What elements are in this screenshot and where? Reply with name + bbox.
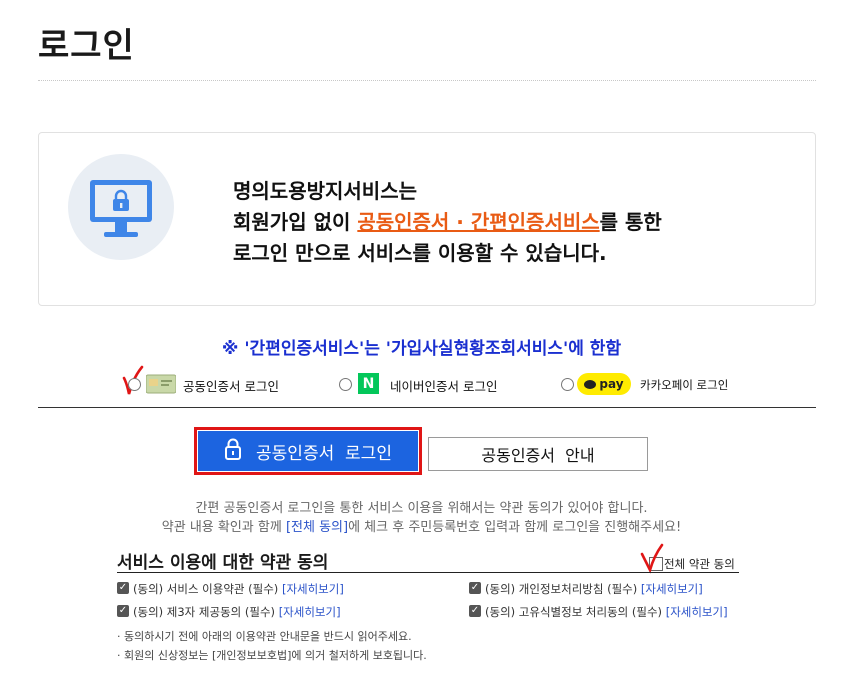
term-item-unique-id: (동의) 고유식별정보 처리동의 (필수) [자세히보기] — [485, 604, 728, 620]
term-checkbox-privacy[interactable]: ✓ — [469, 582, 481, 594]
title-divider — [38, 80, 816, 81]
term-label-privacy: (동의) 개인정보처리방침 (필수) — [485, 582, 638, 596]
terms-note-1: · 동의하시기 전에 아래의 이용약관 안내문을 반드시 읽어주세요. — [117, 630, 412, 643]
terms-description-suffix: 에 체크 후 주민등록번호 입력과 함께 로그인을 진행해주세요! — [348, 520, 682, 535]
term-label-third-party: (동의) 제3자 제공동의 (필수) — [133, 605, 276, 619]
red-check-annotation-2 — [638, 542, 666, 580]
term-label-service: (동의) 서비스 이용약관 (필수) — [133, 582, 279, 596]
certificate-login-label: 공동인증서 로그인 — [183, 379, 279, 394]
terms-title: 서비스 이용에 대한 약관 동의 — [117, 553, 329, 573]
naver-n-icon: N — [358, 373, 379, 394]
monitor-lock-icon — [68, 154, 174, 260]
agree-all-inline-link: [전체 동의] — [285, 520, 349, 535]
term-item-third-party: (동의) 제3자 제공동의 (필수) [자세히보기] — [133, 604, 341, 620]
lock-icon — [224, 438, 242, 465]
page-title: 로그인 — [38, 26, 135, 66]
term-detail-link-unique-id[interactable]: [자세히보기] — [666, 605, 728, 619]
term-detail-link-privacy[interactable]: [자세히보기] — [641, 582, 703, 596]
info-line-2-suffix: 를 통한 — [599, 210, 662, 234]
info-line-2: 회원가입 없이 공동인증서 · 간편인증서비스를 통한 — [233, 207, 662, 238]
certificate-login-button-label: 공동인증서 로그인 — [256, 443, 392, 464]
term-detail-link-third-party[interactable]: [자세히보기] — [279, 605, 341, 619]
info-line-1: 명의도용방지서비스는 — [233, 179, 417, 203]
terms-divider — [117, 572, 739, 573]
login-method-divider — [38, 407, 816, 408]
terms-description-line-1: 간편 공동인증서 로그인을 통한 서비스 이용을 위해서는 약관 동의가 있어야… — [195, 501, 648, 516]
term-checkbox-service[interactable]: ✓ — [117, 582, 129, 594]
agree-all-label: 전체 약관 동의 — [664, 557, 735, 571]
radio-certificate-login[interactable] — [128, 378, 141, 391]
terms-description-prefix: 약관 내용 확인과 함께 — [161, 520, 286, 535]
term-checkbox-unique-id[interactable]: ✓ — [469, 605, 481, 617]
term-label-unique-id: (동의) 고유식별정보 처리동의 (필수) — [485, 605, 663, 619]
kakaopay-login-label: 카카오페이 로그인 — [640, 378, 729, 392]
certificate-login-button[interactable]: 공동인증서 로그인 — [198, 431, 418, 471]
terms-note-2: · 회원의 신상정보는 [개인정보보호법]에 의거 철저하게 보호됩니다. — [117, 649, 427, 662]
certificate-guide-button[interactable]: 공동인증서 안내 — [428, 437, 648, 471]
radio-naver-login[interactable] — [339, 378, 352, 391]
simple-auth-notice: ※ '간편인증서비스'는 '가입사실현황조회서비스'에 한함 — [221, 339, 622, 359]
certificate-highlight-link[interactable]: 공동인증서 · 간편인증서비스 — [357, 210, 599, 234]
info-line-3: 로그인 만으로 서비스를 이용할 수 있습니다. — [233, 241, 607, 265]
kakaopay-icon: pay — [577, 373, 631, 395]
kakao-speech-icon — [584, 379, 597, 389]
kakaopay-icon-text: pay — [599, 377, 624, 391]
terms-description-line-2: 약관 내용 확인과 함께 [전체 동의]에 체크 후 주민등록번호 입력과 함께… — [0, 516, 843, 535]
term-item-privacy: (동의) 개인정보처리방침 (필수) [자세히보기] — [485, 581, 703, 597]
naver-login-label: 네이버인증서 로그인 — [390, 379, 498, 394]
certificate-card-icon — [145, 374, 177, 398]
term-detail-link-service[interactable]: [자세히보기] — [282, 582, 344, 596]
term-checkbox-third-party[interactable]: ✓ — [117, 605, 129, 617]
info-text: 명의도용방지서비스는 회원가입 없이 공동인증서 · 간편인증서비스를 통한 로… — [233, 176, 662, 269]
radio-kakaopay-login[interactable] — [561, 378, 574, 391]
certificate-guide-button-label: 공동인증서 안내 — [481, 446, 595, 465]
info-line-2-prefix: 회원가입 없이 — [233, 210, 358, 234]
term-item-service: (동의) 서비스 이용약관 (필수) [자세히보기] — [133, 581, 344, 597]
